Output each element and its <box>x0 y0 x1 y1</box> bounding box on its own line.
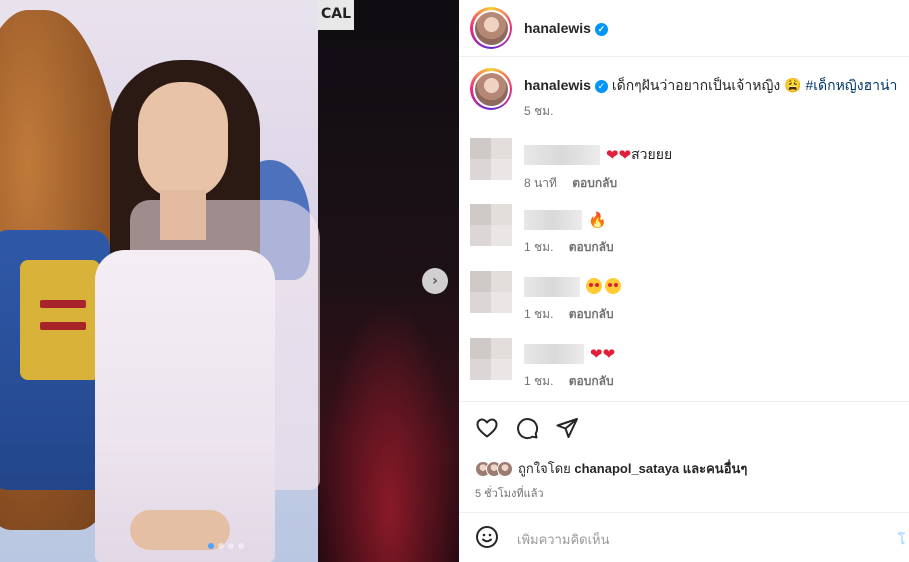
comment-username[interactable] <box>524 277 580 297</box>
comment-emoji: ❤❤ <box>606 147 632 164</box>
carousel-dots <box>208 543 244 549</box>
comment-item: 🔥 1 ชม. ตอบกลับ <box>470 204 614 257</box>
comment-emoji: 🔥 <box>588 212 607 229</box>
author-avatar[interactable] <box>470 7 512 49</box>
add-comment-bar: โ <box>475 525 905 553</box>
comment-item: 1 ชม. ตอบกลับ <box>470 271 624 324</box>
reply-button[interactable]: ตอบกลับ <box>569 374 614 388</box>
star-eyes-icon <box>586 277 602 294</box>
comment-text: สวยยย <box>631 146 673 162</box>
post-actions <box>475 416 579 440</box>
caption-time: 5 ชม. <box>524 104 554 118</box>
liker-avatars[interactable] <box>475 460 513 477</box>
post-photo[interactable]: CAL › <box>0 0 459 562</box>
comment-emoji: ❤❤ <box>590 346 616 363</box>
comment-item: ❤❤ สวยยย 8 นาที ตอบกลับ <box>470 138 672 193</box>
verified-icon: ✓ <box>594 79 608 93</box>
girl-neck <box>160 190 206 240</box>
comment-avatar[interactable] <box>470 338 512 380</box>
carousel-dot <box>218 543 224 549</box>
reply-button[interactable]: ตอบกลับ <box>569 307 614 321</box>
comment-time: 1 ชม. <box>524 374 554 388</box>
divider <box>459 401 909 402</box>
likes-summary: ถูกใจโดย chanapol_sataya และคนอื่นๆ <box>475 458 747 479</box>
comment-avatar[interactable] <box>470 271 512 313</box>
carousel-dot <box>228 543 234 549</box>
emoji-icon[interactable] <box>475 525 499 553</box>
caption-avatar[interactable] <box>470 68 512 110</box>
comment-username[interactable] <box>524 145 600 165</box>
comment-time: 8 นาที <box>524 176 557 190</box>
girl-face <box>138 82 228 200</box>
next-photo-button[interactable]: › <box>422 268 448 294</box>
comment-time: 1 ชม. <box>524 307 554 321</box>
vest-arrow <box>40 300 86 308</box>
carousel-dot <box>238 543 244 549</box>
beast-vest <box>20 260 100 380</box>
comment-icon[interactable] <box>515 416 539 440</box>
caption-username[interactable]: hanalewis <box>524 77 591 93</box>
verified-icon: ✓ <box>594 23 608 36</box>
likes-others-link[interactable]: และคนอื่นๆ <box>683 461 748 476</box>
caption-text: เด็กๆฝันว่าอยากเป็นเจ้าหญิง 😩 <box>611 77 802 93</box>
post-comment-button[interactable]: โ <box>898 529 905 550</box>
comment-item: ❤❤ 1 ชม. ตอบกลับ <box>470 338 615 391</box>
caption-hashtag[interactable]: #เด็กหญิงฮาน่า <box>805 77 897 93</box>
red-glow <box>320 300 459 562</box>
post-header: hanalewis ✓ <box>459 0 909 57</box>
reply-button[interactable]: ตอบกลับ <box>569 240 614 254</box>
liker-username[interactable]: chanapol_sataya <box>574 461 679 476</box>
heart-icon[interactable] <box>475 416 499 440</box>
share-icon[interactable] <box>555 416 579 440</box>
author-username[interactable]: hanalewis ✓ <box>524 20 608 36</box>
chevron-right-icon: › <box>432 273 438 289</box>
vest-arrow <box>40 322 86 330</box>
comment-emoji <box>586 277 624 297</box>
likes-prefix: ถูกใจโดย <box>518 461 571 476</box>
post-time[interactable]: 5 ชั่วโมงที่แล้ว <box>475 484 544 502</box>
comment-username[interactable] <box>524 210 582 230</box>
comment-input[interactable] <box>517 531 877 547</box>
post-caption: hanalewis ✓ เด็กๆฝันว่าอยากเป็นเจ้าหญิง 😩… <box>470 68 897 121</box>
comment-username[interactable] <box>524 344 584 364</box>
comment-time: 1 ชม. <box>524 240 554 254</box>
star-eyes-icon <box>605 277 621 294</box>
comment-avatar[interactable] <box>470 138 512 180</box>
comment-avatar[interactable] <box>470 204 512 246</box>
divider <box>459 512 909 513</box>
reply-button[interactable]: ตอบกลับ <box>572 176 617 190</box>
post-details-panel: hanalewis ✓ hanalewis ✓ เด็กๆฝันว่าอยากเป็… <box>459 0 909 562</box>
carousel-dot-active <box>208 543 214 549</box>
sign-text: CAL <box>318 0 354 30</box>
